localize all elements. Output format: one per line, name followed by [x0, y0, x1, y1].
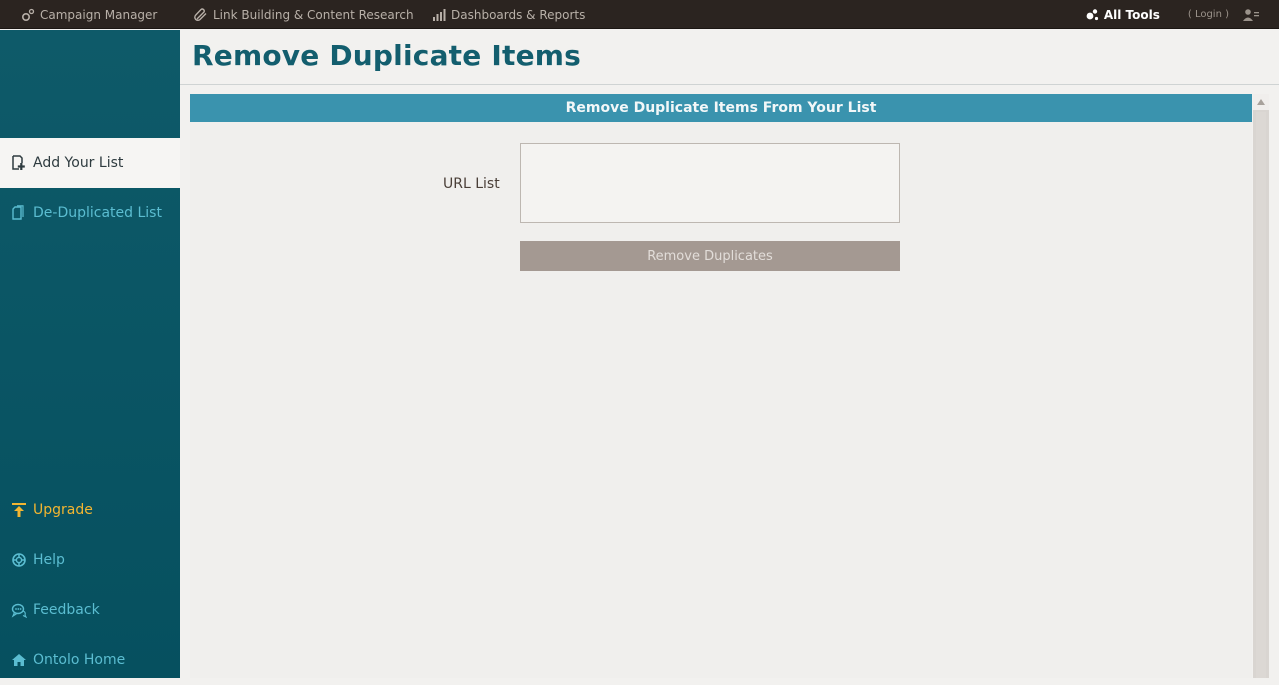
- home-icon: [12, 654, 26, 666]
- lifebuoy-icon: [12, 553, 26, 567]
- gear-icon: [21, 8, 35, 21]
- page-title: Remove Duplicate Items: [192, 39, 582, 72]
- sidebar-item-label: Upgrade: [33, 502, 93, 518]
- document-icon: [12, 205, 24, 220]
- add-document-icon: [12, 155, 25, 170]
- sidebar-item-feedback[interactable]: Feedback: [0, 585, 180, 635]
- topnav-dashboards-reports[interactable]: Dashboards & Reports: [432, 0, 585, 29]
- sidebar-item-label: Help: [33, 552, 65, 568]
- login-link[interactable]: ( Login ): [1188, 9, 1229, 20]
- url-list-textarea[interactable]: [520, 143, 900, 223]
- bar-chart-icon: [433, 8, 446, 21]
- tools-icon: [1086, 8, 1098, 20]
- remove-duplicates-panel: Remove Duplicate Items From Your List UR…: [190, 94, 1252, 678]
- panel-header: Remove Duplicate Items From Your List: [190, 94, 1252, 122]
- all-tools-label: All Tools: [1103, 7, 1160, 22]
- topnav-link-building-label: Link Building & Content Research: [213, 7, 414, 22]
- chat-bubbles-icon: [11, 603, 27, 618]
- sidebar-item-label: Feedback: [33, 602, 100, 618]
- sidebar-item-add-your-list[interactable]: Add Your List: [0, 138, 180, 188]
- scroll-up-arrow-icon[interactable]: [1253, 94, 1269, 110]
- vertical-scrollbar[interactable]: [1253, 94, 1269, 678]
- all-tools-link[interactable]: All Tools: [1085, 8, 1160, 22]
- remove-duplicates-button[interactable]: Remove Duplicates: [520, 241, 900, 271]
- topnav-dashboards-reports-label: Dashboards & Reports: [451, 7, 586, 22]
- topnav-campaign-manager[interactable]: Campaign Manager: [21, 0, 157, 29]
- main-content: Remove Duplicate Items Remove Duplicate …: [180, 30, 1279, 678]
- sidebar-item-label: Ontolo Home: [33, 652, 126, 668]
- url-list-label: URL List: [443, 176, 500, 192]
- sidebar: Add Your List De-Duplicated List Upgrade…: [0, 30, 180, 678]
- sidebar-item-de-duplicated-list[interactable]: De-Duplicated List: [0, 188, 180, 238]
- upload-arrow-icon: [12, 503, 26, 517]
- topbar-right: All Tools ( Login ): [1085, 0, 1259, 29]
- top-navigation-bar: Campaign Manager Link Building & Content…: [0, 0, 1279, 29]
- topnav-link-building[interactable]: Link Building & Content Research: [194, 0, 414, 29]
- sidebar-item-upgrade[interactable]: Upgrade: [0, 485, 180, 535]
- sidebar-item-label: De-Duplicated List: [33, 205, 162, 221]
- paperclip-icon: [194, 7, 207, 21]
- scrollbar-track[interactable]: [1256, 112, 1266, 678]
- topnav-campaign-manager-label: Campaign Manager: [40, 7, 158, 22]
- sidebar-item-help[interactable]: Help: [0, 535, 180, 585]
- sidebar-item-label: Add Your List: [33, 155, 124, 171]
- title-divider: [180, 84, 1279, 85]
- user-icon[interactable]: [1243, 8, 1259, 22]
